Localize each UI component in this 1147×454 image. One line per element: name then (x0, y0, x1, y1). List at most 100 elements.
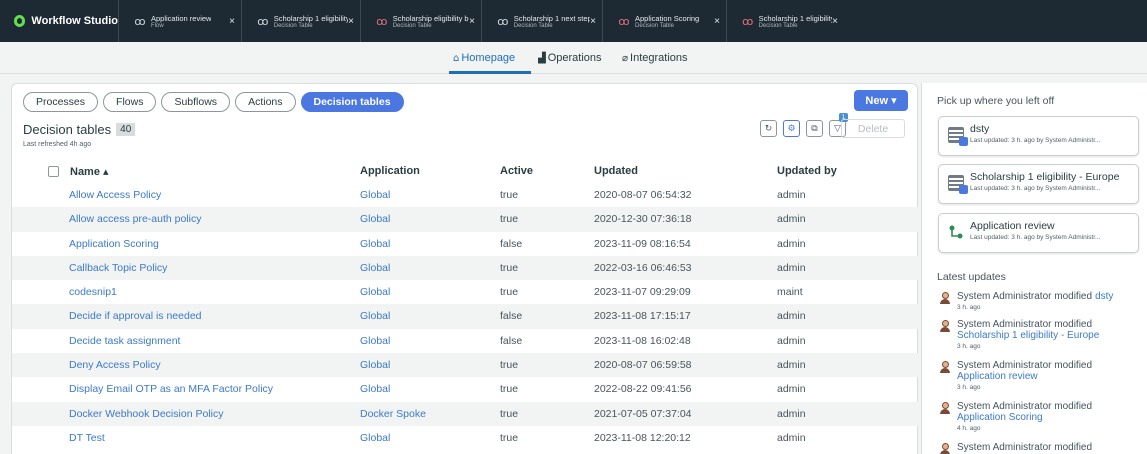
recent-card-title: dsty (970, 123, 990, 135)
filter-actions[interactable]: Actions (235, 92, 296, 112)
new-button[interactable]: New ▾ (854, 90, 908, 111)
row-application-link[interactable]: Global (360, 238, 390, 250)
row-updated: 2023-11-08 16:02:48 (594, 334, 691, 347)
tab-scholarship-1-eligibility-2[interactable]: ꝏ Scholarship 1 eligibility Decision Tabl… (726, 0, 844, 42)
column-updated[interactable]: Updated (594, 165, 638, 177)
tab-subtitle: Decision Table (635, 22, 674, 29)
decision-table-icon: ꝏ (497, 14, 509, 28)
row-application-link[interactable]: Global (360, 286, 390, 298)
list-header: Decision tables 40 (23, 122, 136, 137)
row-name-link[interactable]: Allow access pre-auth policy (69, 213, 201, 225)
decision-tables-panel: Processes Flows Subflows Actions Decisio… (11, 83, 919, 454)
row-name-link[interactable]: Docker Webhook Decision Policy (69, 408, 223, 420)
row-application-link[interactable]: Global (360, 359, 390, 371)
row-name-link[interactable]: Application Scoring (69, 238, 159, 250)
recent-card-subtitle: Last updated: 3 h. ago by System Adminis… (970, 234, 1101, 241)
nav-homepage-label: Homepage (461, 52, 516, 64)
row-updated: 2023-11-09 08:16:54 (594, 237, 691, 250)
recent-card[interactable]: dsty Last updated: 3 h. ago by System Ad… (938, 116, 1139, 156)
row-name-link[interactable]: DT Test (69, 432, 105, 444)
row-name-link[interactable]: Decide if approval is needed (69, 310, 202, 322)
row-application-link[interactable]: Global (360, 335, 390, 347)
tab-application-review[interactable]: ꝏ Application review Flow × (118, 0, 241, 42)
flow-icon (948, 224, 964, 240)
row-updated-by: admin (777, 213, 806, 226)
column-active[interactable]: Active (500, 165, 533, 177)
filter-processes[interactable]: Processes (23, 92, 99, 112)
row-active: true (500, 213, 519, 226)
row-name-link[interactable]: codesnip1 (69, 286, 117, 298)
table-row[interactable]: Decide if approval is needed Global false 2… (12, 304, 919, 329)
row-application-link[interactable]: Global (360, 310, 390, 322)
table-row[interactable]: Decide task assignment Global false 2023-11… (12, 329, 919, 353)
settings-icon[interactable]: ⚙ (783, 120, 800, 137)
close-icon[interactable]: × (469, 16, 475, 27)
update-target-link[interactable]: dsty (1095, 291, 1113, 302)
table-row[interactable]: Allow Access Policy Global true 2020-08-07 … (12, 183, 919, 207)
row-active: true (500, 431, 519, 444)
pickup-title: Pick up where you left off (937, 95, 1055, 107)
close-icon[interactable]: × (714, 16, 720, 27)
table-row[interactable]: Application Scoring Global false 2023-11-09… (12, 232, 919, 256)
tab-title: Application review (151, 13, 212, 23)
recent-card[interactable]: Application review Last updated: 3 h. ag… (938, 213, 1139, 253)
update-target-link[interactable]: Application review (957, 371, 1092, 382)
row-application-link[interactable]: Global (360, 383, 390, 395)
close-icon[interactable]: × (229, 16, 235, 27)
recent-card[interactable]: Scholarship 1 eligibility - Europe Last … (938, 164, 1139, 204)
update-target-link[interactable]: Application Scoring (957, 412, 1092, 423)
row-application-link[interactable]: Docker Spoke (360, 408, 426, 420)
filter-decision-tables[interactable]: Decision tables (300, 92, 404, 112)
chart-icon: ▟ (538, 52, 546, 64)
tab-subtitle: Decision Table (273, 22, 313, 29)
nav-integrations[interactable]: ⌀ Integrations (622, 52, 688, 64)
table-row[interactable]: DT Test Global true 2023-11-08 12:20:12 admi… (12, 426, 919, 450)
table-body: Allow Access Policy Global true 2020-08-07 … (12, 183, 919, 450)
table-row[interactable]: Deny Access Policy Global true 2020-08-07 0… (12, 353, 919, 378)
table-row[interactable]: Allow access pre-auth policy Global true 20… (12, 207, 919, 232)
row-application-link[interactable]: Global (360, 262, 390, 274)
table-row[interactable]: Display Email OTP as an MFA Factor Polic… (12, 377, 919, 401)
row-updated-by: maint (777, 286, 803, 299)
tab-scholarship-1-next-step[interactable]: ꝏ Scholarship 1 next step Decision Table … (481, 0, 602, 42)
update-text: System Administrator modified Application… (957, 401, 1092, 423)
row-name-link[interactable]: Deny Access Policy (69, 359, 161, 371)
row-active: true (500, 286, 519, 299)
column-name[interactable]: Name ▴ (70, 165, 109, 178)
filter-subflows[interactable]: Subflows (161, 92, 231, 112)
row-name-link[interactable]: Display Email OTP as an MFA Factor Polic… (69, 383, 273, 395)
export-icon[interactable]: ⧉ (806, 120, 823, 137)
nav-homepage[interactable]: ⌂ Homepage (453, 52, 515, 64)
close-icon[interactable]: × (590, 16, 596, 27)
row-application-link[interactable]: Global (360, 213, 390, 225)
refresh-icon[interactable]: ↻ (760, 120, 777, 137)
nav-operations[interactable]: ▟ Operations (538, 52, 602, 64)
decision-table-icon (948, 175, 968, 194)
row-application-link[interactable]: Global (360, 189, 390, 201)
row-name-link[interactable]: Callback Topic Policy (69, 262, 167, 274)
brand[interactable]: Workflow Studio (0, 0, 118, 42)
tab-scholarship-1-eligibility[interactable]: ꝏ Scholarship 1 eligibility Decision Tabl… (241, 0, 360, 42)
row-application-link[interactable]: Global (360, 432, 390, 444)
column-application[interactable]: Application (360, 165, 420, 177)
avatar (940, 361, 950, 373)
row-active: false (500, 237, 523, 250)
delete-button[interactable]: Delete (841, 119, 905, 138)
close-icon[interactable]: × (832, 16, 838, 27)
column-updated-by[interactable]: Updated by (777, 165, 837, 177)
tab-application-scoring[interactable]: ꝏ Application Scoring Decision Table × (602, 0, 726, 42)
row-name-link[interactable]: Decide task assignment (69, 335, 180, 347)
row-active: true (500, 261, 519, 274)
filter-flows[interactable]: Flows (103, 92, 157, 112)
table-row[interactable]: Docker Webhook Decision Policy Docker Spo… (12, 401, 919, 426)
update-target-link[interactable]: Scholarship 1 eligibility - Europe (957, 330, 1099, 341)
table-row[interactable]: Callback Topic Policy Global true 2022-03-1… (12, 255, 919, 281)
update-actor: System Administrator modified (957, 319, 1093, 330)
close-icon[interactable]: × (348, 16, 354, 27)
latest-updates-title: Latest updates (937, 271, 1006, 283)
tab-scholarship-eligibility[interactable]: ꝏ Scholarship eligibility ba Decision Tab… (360, 0, 481, 42)
row-updated: 2022-08-22 09:41:56 (594, 383, 692, 396)
toolbar: ↻ ⚙ ⧉ ▽ 1 (760, 113, 848, 137)
row-name-link[interactable]: Allow Access Policy (69, 189, 161, 201)
table-row[interactable]: codesnip1 Global true 2023-11-07 09:29:09 ma… (12, 280, 919, 304)
